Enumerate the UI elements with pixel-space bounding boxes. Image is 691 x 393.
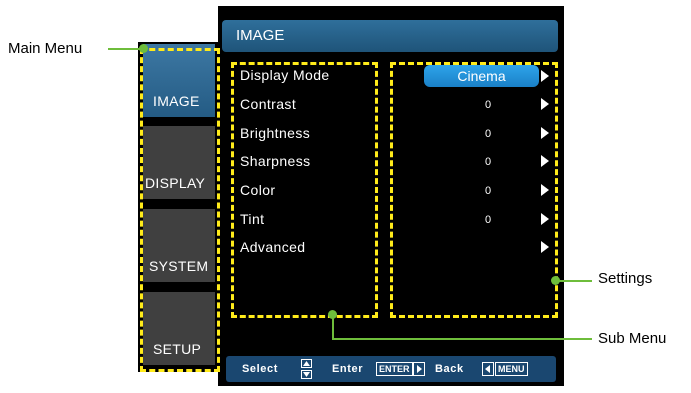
up-down-icon — [301, 359, 312, 379]
callout-sub-menu: Sub Menu — [598, 330, 667, 347]
callout-settings: Settings — [598, 270, 653, 287]
menu-key: MENU — [495, 362, 528, 376]
callout-line — [556, 280, 592, 282]
callout-dot — [551, 276, 560, 285]
hint-enter: Enter — [332, 363, 364, 375]
page-title: IMAGE — [236, 27, 285, 44]
main-menu-highlight — [140, 48, 220, 372]
title-bar: IMAGE — [222, 20, 558, 52]
sub-menu-highlight — [231, 62, 378, 318]
hint-select: Select — [242, 363, 279, 375]
callout-dot — [328, 310, 337, 319]
callout-line — [332, 338, 592, 340]
hint-bar: Select Enter ENTER Back MENU — [226, 356, 556, 382]
callout-main-menu: Main Menu — [8, 40, 83, 57]
right-key-icon — [413, 362, 425, 376]
hint-back: Back — [435, 363, 464, 375]
callout-dot — [139, 44, 148, 53]
enter-key: ENTER — [376, 362, 413, 376]
settings-highlight — [390, 62, 558, 318]
left-key-icon — [482, 362, 494, 376]
